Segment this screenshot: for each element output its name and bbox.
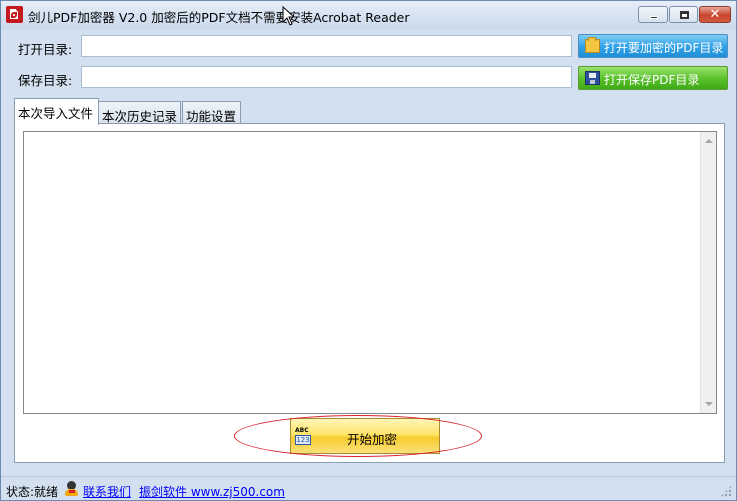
status-bar: 状态:就绪 联系我们 振剑软件 www.zj500.com: [1, 476, 736, 500]
maximize-button[interactable]: [669, 6, 698, 23]
maximize-icon: [680, 11, 689, 19]
tab-imported-files[interactable]: 本次导入文件: [14, 98, 99, 125]
tab-history[interactable]: 本次历史记录: [98, 101, 181, 125]
start-encrypt-button[interactable]: ABC 123 开始加密: [290, 418, 440, 454]
save-dir-input[interactable]: [81, 66, 572, 88]
tab-settings[interactable]: 功能设置: [182, 101, 241, 125]
open-save-dir-button-label: 打开保存PDF目录: [604, 73, 700, 87]
close-icon: ✕: [709, 7, 721, 22]
open-dir-input[interactable]: [81, 35, 572, 57]
pdf-app-icon: [6, 6, 23, 23]
open-pdf-dir-button-label: 打开要加密的PDF目录: [604, 41, 724, 55]
title-bar[interactable]: 剑儿PDF加密器 V2.0 加密后的PDF文档不需要安装Acrobat Read…: [1, 1, 736, 29]
contact-us-link[interactable]: 联系我们: [83, 483, 131, 500]
window-title: 剑儿PDF加密器 V2.0 加密后的PDF文档不需要安装Acrobat Read…: [28, 10, 410, 25]
floppy-disk-icon: [585, 71, 600, 85]
open-pdf-dir-button[interactable]: 打开要加密的PDF目录: [578, 34, 728, 58]
close-button[interactable]: ✕: [699, 6, 731, 23]
scroll-down-icon[interactable]: [705, 402, 713, 406]
resize-grip-icon[interactable]: [720, 485, 732, 497]
start-encrypt-label: 开始加密: [346, 432, 397, 447]
vertical-scrollbar[interactable]: [700, 132, 716, 413]
mouse-cursor-icon: [282, 6, 296, 26]
file-list[interactable]: [23, 131, 717, 414]
open-save-dir-button[interactable]: 打开保存PDF目录: [578, 66, 728, 90]
minimize-icon: [650, 16, 658, 19]
save-dir-label: 保存目录:: [18, 73, 73, 88]
status-text: 状态:就绪: [6, 485, 59, 499]
open-dir-label: 打开目录:: [18, 42, 73, 57]
penguin-contact-icon[interactable]: [64, 481, 79, 497]
tab-panel-imported-files: ABC 123 开始加密: [14, 123, 725, 463]
folder-open-icon: [585, 37, 600, 53]
scroll-up-icon[interactable]: [705, 139, 713, 143]
minimize-button[interactable]: [638, 6, 668, 23]
website-link[interactable]: 振剑软件 www.zj500.com: [139, 483, 285, 500]
main-window: 剑儿PDF加密器 V2.0 加密后的PDF文档不需要安装Acrobat Read…: [0, 0, 737, 501]
